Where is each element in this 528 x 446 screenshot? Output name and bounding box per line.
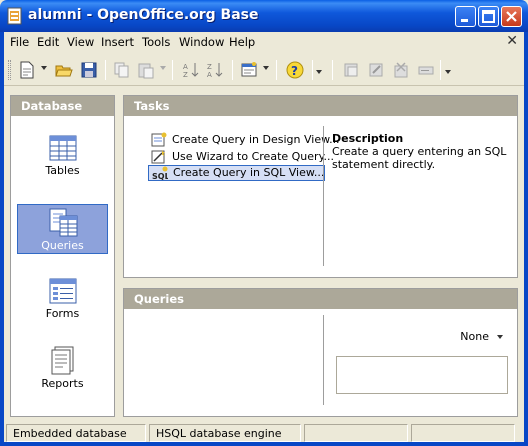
standard-toolbar: AZ ZA ? [4, 54, 524, 86]
task-label: Use Wizard to Create Query... [172, 150, 334, 163]
chevron-down-icon [497, 335, 503, 339]
forms-icon [49, 278, 77, 304]
status-cell-3 [304, 424, 408, 442]
svg-text:SQL: SQL [152, 172, 168, 181]
menu-insert[interactable]: Insert [101, 35, 134, 49]
maximize-button[interactable] [478, 6, 499, 27]
svg-text:Z: Z [183, 71, 188, 79]
wizard-icon [151, 150, 165, 164]
task-sql-view[interactable]: SQL Create Query in SQL View... [148, 165, 326, 181]
menu-tools[interactable]: Tools [142, 35, 170, 49]
database-item-label: Queries [41, 239, 84, 252]
query-rename-icon[interactable] [417, 61, 435, 79]
help-icon[interactable]: ? [286, 61, 304, 79]
task-label: Create Query in SQL View... [173, 166, 325, 179]
form-design-icon[interactable] [240, 61, 258, 79]
sort-descending-icon[interactable]: ZA [206, 61, 224, 79]
toolbar-separator [232, 60, 233, 80]
preview-select[interactable]: None [460, 330, 503, 343]
database-item-label: Reports [41, 377, 84, 390]
query-new-icon[interactable] [342, 61, 360, 79]
paste-icon[interactable] [137, 61, 155, 79]
status-database-type: Embedded database [6, 424, 146, 442]
reports-icon [51, 346, 74, 375]
close-icon [506, 11, 517, 22]
sort-ascending-icon[interactable]: AZ [182, 61, 200, 79]
minimize-button[interactable] [455, 6, 476, 27]
svg-text:A: A [183, 63, 188, 71]
database-item-queries[interactable]: Queries [17, 204, 108, 254]
window-frame-left [0, 32, 4, 446]
window-frame-right [524, 32, 528, 446]
copy-icon[interactable] [113, 61, 131, 79]
window-title: alumni - OpenOffice.org Base [28, 7, 259, 23]
menu-help[interactable]: Help [229, 35, 255, 49]
database-pane: Database Tables Queries Forms Reports [10, 95, 115, 417]
queries-pane: Queries None [123, 288, 518, 417]
new-dropdown-arrow[interactable] [41, 66, 47, 70]
menu-file[interactable]: File [10, 35, 29, 49]
new-document-icon[interactable] [18, 61, 36, 79]
title-bar: alumni - OpenOffice.org Base [0, 0, 528, 32]
query-edit-icon[interactable] [367, 61, 385, 79]
task-wizard[interactable]: Use Wizard to Create Query... [148, 149, 334, 165]
tasks-divider [323, 126, 324, 266]
queries-pane-header: Queries [124, 289, 517, 309]
design-view-icon [151, 132, 167, 147]
menu-view[interactable]: View [67, 35, 94, 49]
task-design-view[interactable]: Create Query in Design View... [148, 132, 340, 148]
menu-window[interactable]: Window [179, 35, 224, 49]
openoffice-base-icon [7, 7, 22, 25]
preview-area [336, 356, 508, 394]
toolbar-grip[interactable] [8, 60, 11, 80]
close-button[interactable] [501, 6, 522, 27]
description-text: Create a query entering an SQL statement… [332, 145, 507, 171]
database-item-label: Forms [45, 307, 80, 320]
sql-icon: SQL [152, 166, 168, 181]
window-frame-bottom [0, 442, 528, 446]
tasks-pane-header: Tasks [124, 96, 517, 116]
svg-text:?: ? [291, 64, 298, 78]
toolbar-overflow-arrow[interactable] [316, 70, 322, 74]
status-engine: HSQL database engine [149, 424, 301, 442]
toolbar-separator [440, 60, 441, 80]
queries-icon [49, 208, 78, 237]
queries-divider [323, 315, 324, 405]
database-item-forms[interactable]: Forms [17, 273, 108, 323]
toolbar-overflow-arrow-2[interactable] [445, 70, 451, 74]
maximize-icon [482, 10, 495, 23]
query-delete-icon[interactable] [392, 61, 410, 79]
task-label: Create Query in Design View... [172, 133, 340, 146]
description-title: Description [332, 132, 404, 145]
database-item-tables[interactable]: Tables [17, 130, 108, 180]
tasks-pane: Tasks Create Query in Design View... Use… [123, 95, 518, 278]
menu-edit[interactable]: Edit [37, 35, 59, 49]
database-item-label: Tables [45, 164, 80, 177]
database-pane-header: Database [11, 96, 114, 116]
preview-select-value: None [460, 330, 489, 343]
toolbar-separator [312, 60, 313, 80]
toolbar-separator [276, 60, 277, 80]
menu-bar: File Edit View Insert Tools Window Help … [4, 32, 524, 52]
status-bar: Embedded database HSQL database engine [4, 424, 524, 442]
svg-text:A: A [207, 71, 212, 79]
toolbar-separator [332, 60, 333, 80]
toolbar-separator [105, 60, 106, 80]
svg-text:Z: Z [207, 63, 212, 71]
minimize-icon [461, 19, 468, 22]
database-item-reports[interactable]: Reports [17, 343, 108, 393]
tables-icon [49, 135, 77, 161]
save-icon[interactable] [80, 61, 98, 79]
status-cell-4 [411, 424, 515, 442]
document-close-button[interactable]: ✕ [506, 33, 518, 49]
toolbar-separator [172, 60, 173, 80]
paste-dropdown-arrow[interactable] [160, 66, 166, 70]
open-folder-icon[interactable] [55, 61, 73, 79]
form-dropdown-arrow[interactable] [263, 66, 269, 70]
